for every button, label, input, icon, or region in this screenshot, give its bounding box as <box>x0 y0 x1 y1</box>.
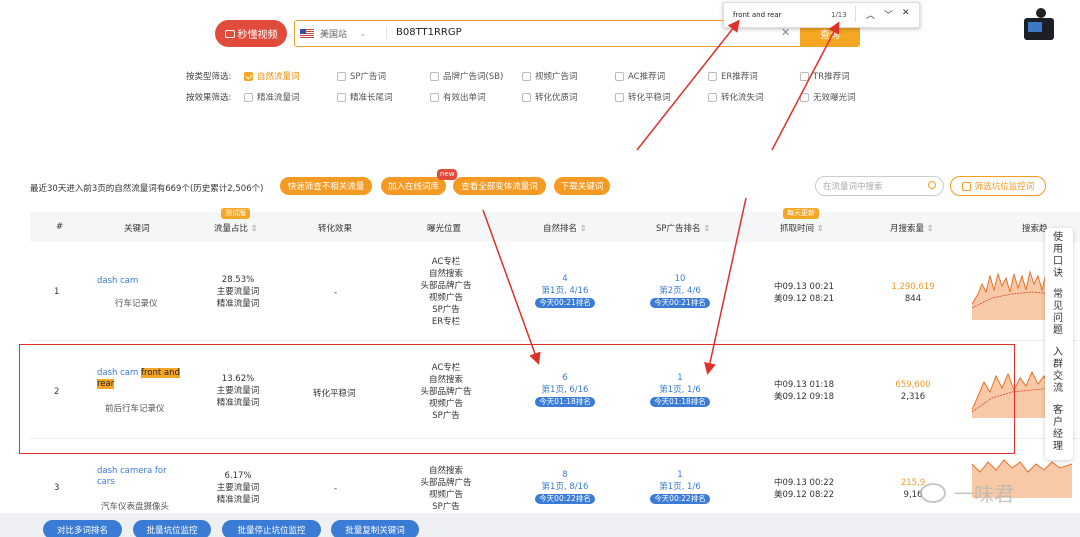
quick-screen-button[interactable]: 快速筛查不相关流量 <box>280 177 372 195</box>
divider <box>855 6 856 22</box>
col-exposure: 曝光位置 <box>427 224 462 234</box>
col-sp-rank[interactable]: SP广告排名 ⇕ <box>656 222 710 234</box>
beta-tag: 测试版 <box>221 208 250 219</box>
col-keyword: 关键词 <box>124 224 150 234</box>
row1-exposure: AC专栏 自然搜索 头部品牌广告 视频广告 SP广告 ER专栏 <box>420 257 472 327</box>
video-button[interactable]: 秒懂视频 <box>215 20 287 47</box>
effect-filter-label: 按效果筛选: <box>186 93 232 103</box>
filter-option-video[interactable]: 视频广告词 <box>522 70 578 82</box>
effect-option-stable[interactable]: 转化平稳词 <box>615 91 671 103</box>
row3-keyword[interactable]: dash camera for cars <box>97 466 173 488</box>
row3-crawl-time: 中09.13 00:22 美09.12 08:22 <box>774 478 835 500</box>
row-divider <box>30 340 1080 341</box>
batch-copy-keywords-button[interactable]: 批量复制关键词 <box>331 520 419 537</box>
view-variants-button[interactable]: 查看全部变体流量词 <box>453 177 546 195</box>
row1-num: 1 <box>54 287 60 297</box>
side-item-faq[interactable]: 常见问题 <box>1053 289 1065 337</box>
row3-conversion: - <box>334 484 338 494</box>
highlight-box <box>19 344 1015 454</box>
effect-option-invalid[interactable]: 无效曝光词 <box>800 91 856 103</box>
side-item-group[interactable]: 入群交流 <box>1053 347 1065 395</box>
row1-organic-rank[interactable]: 4 第1页, 4/16 今天00:21排名 <box>530 273 600 309</box>
find-next-icon[interactable]: ﹀ <box>884 8 893 21</box>
compare-ranks-button[interactable]: 对比多词排名 <box>43 520 122 537</box>
video-icon <box>224 29 235 38</box>
effect-option-order[interactable]: 有效出单词 <box>430 91 486 103</box>
batch-stop-monitor-button[interactable]: 批量停止坑位监控 <box>222 520 321 537</box>
row1-sp-rank[interactable]: 10 第2页, 4/6 今天00:21排名 <box>645 273 715 309</box>
row1-keyword[interactable]: dash cam <box>97 276 138 287</box>
row1-crawl-time: 中09.13 00:21 美09.12 08:21 <box>774 282 835 304</box>
row3-organic-rank[interactable]: 8 第1页, 8/16 今天00:22排名 <box>530 469 600 505</box>
batch-monitor-button[interactable]: 批量坑位监控 <box>133 520 211 537</box>
row1-conversion: - <box>334 288 338 298</box>
col-trend: 搜索趋 <box>1022 224 1048 234</box>
search-icon <box>928 181 936 189</box>
col-conversion: 转化效果 <box>318 224 353 234</box>
filter-option-ac[interactable]: AC推荐词 <box>615 70 665 82</box>
site-label: 美国站 <box>320 30 348 40</box>
effect-option-loss[interactable]: 转化流失词 <box>708 91 764 103</box>
side-item-usage[interactable]: 使用口诀 <box>1053 232 1065 280</box>
side-panel: 使用口诀 常见问题 入群交流 客户经理 <box>1045 228 1073 460</box>
filter-option-organic[interactable]: 自然流量词 <box>244 70 300 82</box>
chat-bubble-icon <box>920 482 946 503</box>
side-item-manager[interactable]: 客户经理 <box>1053 405 1065 453</box>
chevron-down-icon: ⌄ <box>359 28 367 39</box>
watermark: 一味君 <box>920 478 1014 507</box>
col-organic-rank[interactable]: 自然排名 ⇕ <box>543 222 587 234</box>
download-keywords-button[interactable]: 下载关键词 <box>554 177 610 195</box>
row1-volume: 1,290,619 844 <box>891 282 935 304</box>
effect-option-quality[interactable]: 转化优质词 <box>522 91 578 103</box>
daily-update-tag: 每天更新 <box>783 208 819 219</box>
summary-text: 最近30天进入前3页的自然流量词有669个(历史累计2,506个) <box>30 184 264 194</box>
row3-sp-rank[interactable]: 1 第1页, 1/6 今天00:22排名 <box>645 469 715 505</box>
find-close-icon[interactable]: ✕ <box>902 8 910 18</box>
row3-num: 3 <box>54 483 60 493</box>
effect-option-precise[interactable]: 精准流量词 <box>244 91 300 103</box>
col-num: # <box>56 222 64 232</box>
row3-keyword-cn: 汽车仪表盘摄像头 <box>101 502 170 512</box>
new-badge: new <box>437 169 458 180</box>
row3-exposure: 自然搜索 头部品牌广告 视频广告 SP广告 <box>420 466 472 512</box>
site-selector[interactable]: 美国站 ⌄ <box>300 20 384 47</box>
row3-traffic: 6.17% 主要流量词 精准流量词 <box>216 471 260 505</box>
divider <box>386 26 387 40</box>
filter-option-sp[interactable]: SP广告词 <box>337 70 386 82</box>
keyword-search-input[interactable]: 在流量词中搜索 <box>815 176 944 196</box>
find-prev-icon[interactable]: ︿ <box>866 8 875 21</box>
type-filter-label: 按类型筛选: <box>186 72 232 82</box>
pit-monitor-filter-button[interactable]: 筛选坑位监控词 <box>950 176 1046 196</box>
col-crawl-time[interactable]: 抓取时间 ⇕ <box>780 222 824 234</box>
col-monthly-volume[interactable]: 月搜索量 ⇕ <box>890 222 934 234</box>
find-count: 1/13 <box>831 11 847 19</box>
effect-option-longtail[interactable]: 精准长尾词 <box>337 91 393 103</box>
filter-option-tr[interactable]: TR推荐词 <box>800 70 850 82</box>
find-input[interactable]: front and rear <box>733 11 781 19</box>
us-flag-icon <box>300 29 314 38</box>
col-traffic[interactable]: 流量占比 ⇕ <box>214 222 258 234</box>
add-to-library-button[interactable]: 加入在线词库 <box>381 177 446 195</box>
row1-traffic: 28.53% 主要流量词 精准流量词 <box>216 275 260 309</box>
asin-input[interactable]: B08TT1RRGP <box>396 27 462 38</box>
filter-option-sb[interactable]: 品牌广告词(SB) <box>430 70 503 82</box>
row1-keyword-cn: 行车记录仪 <box>115 299 158 309</box>
filter-option-er[interactable]: ER推荐词 <box>708 70 758 82</box>
product-thumbnail[interactable] <box>1018 4 1062 48</box>
